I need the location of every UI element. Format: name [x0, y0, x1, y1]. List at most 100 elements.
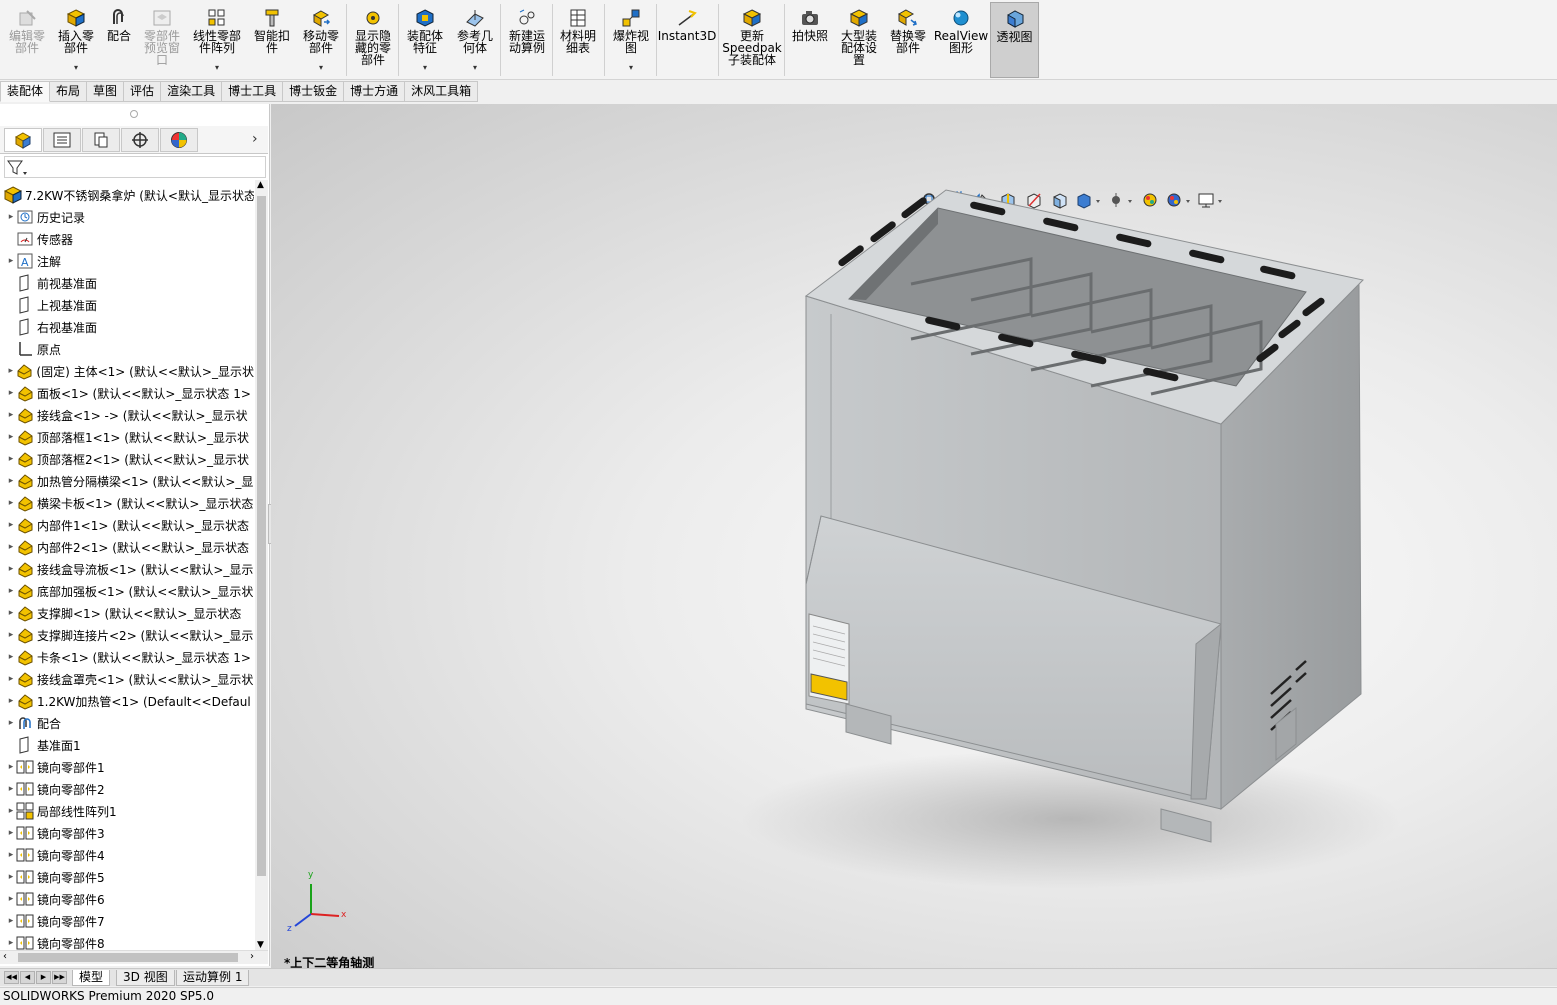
expand-arrow-icon[interactable]: ▸	[6, 432, 16, 442]
assembly-feature-button[interactable]: 装配体 特征 ▾	[400, 2, 450, 78]
tree-item[interactable]: ▸ 镜向零部件5	[0, 866, 254, 888]
edit-component-button[interactable]: 编辑零 部件	[2, 2, 52, 78]
expand-arrow-icon[interactable]: ▸	[6, 652, 16, 662]
vertical-scroll-thumb[interactable]	[257, 196, 266, 876]
expand-arrow-icon[interactable]: ▸	[6, 564, 16, 574]
reference-geometry-button[interactable]: 参考几 何体 ▾	[452, 2, 498, 78]
tree-item[interactable]: 右视基准面	[0, 316, 254, 338]
tree-item[interactable]: ▸ 内部件2<1> (默认<<默认>_显示状态	[0, 536, 254, 558]
tree-item[interactable]: 基准面1	[0, 734, 254, 756]
tree-item[interactable]: ▸ 底部加强板<1> (默认<<默认>_显示状	[0, 580, 254, 602]
command-tab[interactable]: 渲染工具	[161, 81, 223, 102]
expand-arrow-icon[interactable]: ▸	[6, 498, 16, 508]
command-tab[interactable]: 博士工具	[222, 81, 284, 102]
dropdown-arrow-icon[interactable]: ▾	[74, 62, 78, 74]
speedpak-button[interactable]: 更新 Speedpak 子装配体	[722, 2, 782, 78]
tree-item[interactable]: ▸ 接线盒导流板<1> (默认<<默认>_显示	[0, 558, 254, 580]
tree-item[interactable]: ▸ 历史记录	[0, 206, 254, 228]
expand-arrow-icon[interactable]: ▸	[6, 894, 16, 904]
scroll-up-icon[interactable]: ▲	[257, 180, 264, 190]
configuration-manager-tab[interactable]	[82, 128, 120, 152]
prev-tab-icon[interactable]: ◀	[20, 971, 35, 984]
replace-component-button[interactable]: 替换零 部件	[884, 2, 932, 78]
tree-item[interactable]: ▸ 顶部落框1<1> (默认<<默认>_显示状	[0, 426, 254, 448]
command-tab[interactable]: 草图	[87, 81, 125, 102]
scroll-down-icon[interactable]: ▼	[257, 940, 264, 950]
tree-horizontal-scrollbar[interactable]: ‹ ›	[0, 950, 268, 964]
dimxpert-manager-tab[interactable]	[121, 128, 159, 152]
linear-pattern-button[interactable]: 线性零部 件阵列 ▾	[187, 2, 247, 78]
snapshot-button[interactable]: 拍快照	[788, 2, 832, 78]
tree-item[interactable]: ▸ 镜向零部件2	[0, 778, 254, 800]
expand-arrow-icon[interactable]: ▸	[6, 256, 16, 266]
next-tab-icon[interactable]: ▶	[36, 971, 51, 984]
tree-item[interactable]: ▸ 镜向零部件1	[0, 756, 254, 778]
expand-arrow-icon[interactable]: ▸	[6, 696, 16, 706]
tree-item[interactable]: ▸ (固定) 主体<1> (默认<<默认>_显示状	[0, 360, 254, 382]
expand-arrow-icon[interactable]: ▸	[6, 806, 16, 816]
property-manager-tab[interactable]	[43, 128, 81, 152]
tree-item[interactable]: ▸ 横梁卡板<1> (默认<<默认>_显示状态	[0, 492, 254, 514]
command-tab[interactable]: 装配体	[0, 81, 51, 102]
tree-item[interactable]: 7.2KW不锈钢桑拿炉 (默认<默认_显示状态	[0, 184, 254, 206]
exploded-view-button[interactable]: 爆炸视 图 ▾	[606, 2, 656, 78]
scroll-left-icon[interactable]: ‹	[3, 951, 7, 962]
expand-arrow-icon[interactable]: ▸	[6, 872, 16, 882]
tree-item[interactable]: 上视基准面	[0, 294, 254, 316]
dropdown-arrow-icon[interactable]: ▾	[319, 62, 323, 74]
insert-component-button[interactable]: 插入零 部件 ▾	[54, 2, 98, 78]
last-tab-icon[interactable]: ▶▶	[52, 971, 67, 984]
sauna-heater-model[interactable]	[271, 104, 1557, 968]
expand-arrow-icon[interactable]: ▸	[6, 388, 16, 398]
expand-arrow-icon[interactable]: ▸	[6, 542, 16, 552]
graphics-area[interactable]: y x z	[271, 104, 1557, 968]
expand-arrow-icon[interactable]: ▸	[6, 630, 16, 640]
move-component-button[interactable]: 移动零 部件 ▾	[297, 2, 345, 78]
expand-arrow-icon[interactable]: ▸	[6, 608, 16, 618]
first-tab-icon[interactable]: ◀◀	[4, 971, 19, 984]
realview-button[interactable]: RealView 图形	[934, 2, 988, 78]
command-tab[interactable]: 沐风工具箱	[405, 81, 479, 102]
bottom-tab[interactable]: 模型	[72, 970, 111, 986]
panel-tabs-scroll-right-icon[interactable]: ›	[252, 131, 258, 147]
tree-item[interactable]: ▸ 支撑脚<1> (默认<<默认>_显示状态	[0, 602, 254, 624]
tree-item[interactable]: ▸ 配合	[0, 712, 254, 734]
tree-item[interactable]: ▸ 镜向零部件7	[0, 910, 254, 932]
expand-arrow-icon[interactable]: ▸	[6, 476, 16, 486]
tree-item[interactable]: ▸ 接线盒<1> -> (默认<<默认>_显示状	[0, 404, 254, 426]
command-tab[interactable]: 布局	[50, 81, 88, 102]
horizontal-scroll-thumb[interactable]	[18, 953, 238, 962]
tree-item[interactable]: ▸ 1.2KW加热管<1> (Default<<Defaul	[0, 690, 254, 712]
tree-item[interactable]: 原点	[0, 338, 254, 360]
tree-filter-bar[interactable]	[4, 156, 266, 178]
tree-item[interactable]: ▸ 镜向零部件3	[0, 822, 254, 844]
motion-study-button[interactable]: 新建运 动算例	[503, 2, 551, 78]
expand-arrow-icon[interactable]: ▸	[6, 454, 16, 464]
tree-vertical-scrollbar[interactable]: ▲ ▼	[255, 180, 268, 950]
feature-manager-tab[interactable]	[4, 128, 42, 152]
tree-item[interactable]: ▸ 接线盒罩壳<1> (默认<<默认>_显示状	[0, 668, 254, 690]
component-preview-button[interactable]: 零部件 预览窗 口	[140, 2, 184, 78]
dropdown-arrow-icon[interactable]: ▾	[215, 62, 219, 74]
expand-arrow-icon[interactable]: ▸	[6, 828, 16, 838]
panel-grip[interactable]	[130, 110, 138, 118]
bom-button[interactable]: 材料明 细表	[555, 2, 601, 78]
bottom-tab[interactable]: 3D 视图	[116, 970, 175, 986]
tree-item[interactable]: ▸ 镜向零部件4	[0, 844, 254, 866]
tree-item[interactable]: ▸ 内部件1<1> (默认<<默认>_显示状态	[0, 514, 254, 536]
tree-item[interactable]: ▸ 镜向零部件8	[0, 932, 254, 950]
tree-item[interactable]: ▸ 顶部落框2<1> (默认<<默认>_显示状	[0, 448, 254, 470]
dropdown-arrow-icon[interactable]: ▾	[423, 62, 427, 74]
tree-item[interactable]: ▸ A 注解	[0, 250, 254, 272]
smart-fastener-button[interactable]: 智能扣 件	[249, 2, 295, 78]
show-hidden-button[interactable]: 显示隐 藏的零 部件	[348, 2, 398, 78]
tree-item[interactable]: 传感器	[0, 228, 254, 250]
expand-arrow-icon[interactable]: ▸	[6, 784, 16, 794]
dropdown-arrow-icon[interactable]: ▾	[629, 62, 633, 74]
expand-arrow-icon[interactable]: ▸	[6, 520, 16, 530]
tree-item[interactable]: ▸ 面板<1> (默认<<默认>_显示状态 1>	[0, 382, 254, 404]
bottom-tab[interactable]: 运动算例 1	[176, 970, 250, 986]
large-assembly-button[interactable]: 大型装 配体设 置	[834, 2, 884, 78]
tree-item[interactable]: ▸ 局部线性阵列1	[0, 800, 254, 822]
expand-arrow-icon[interactable]: ▸	[6, 674, 16, 684]
